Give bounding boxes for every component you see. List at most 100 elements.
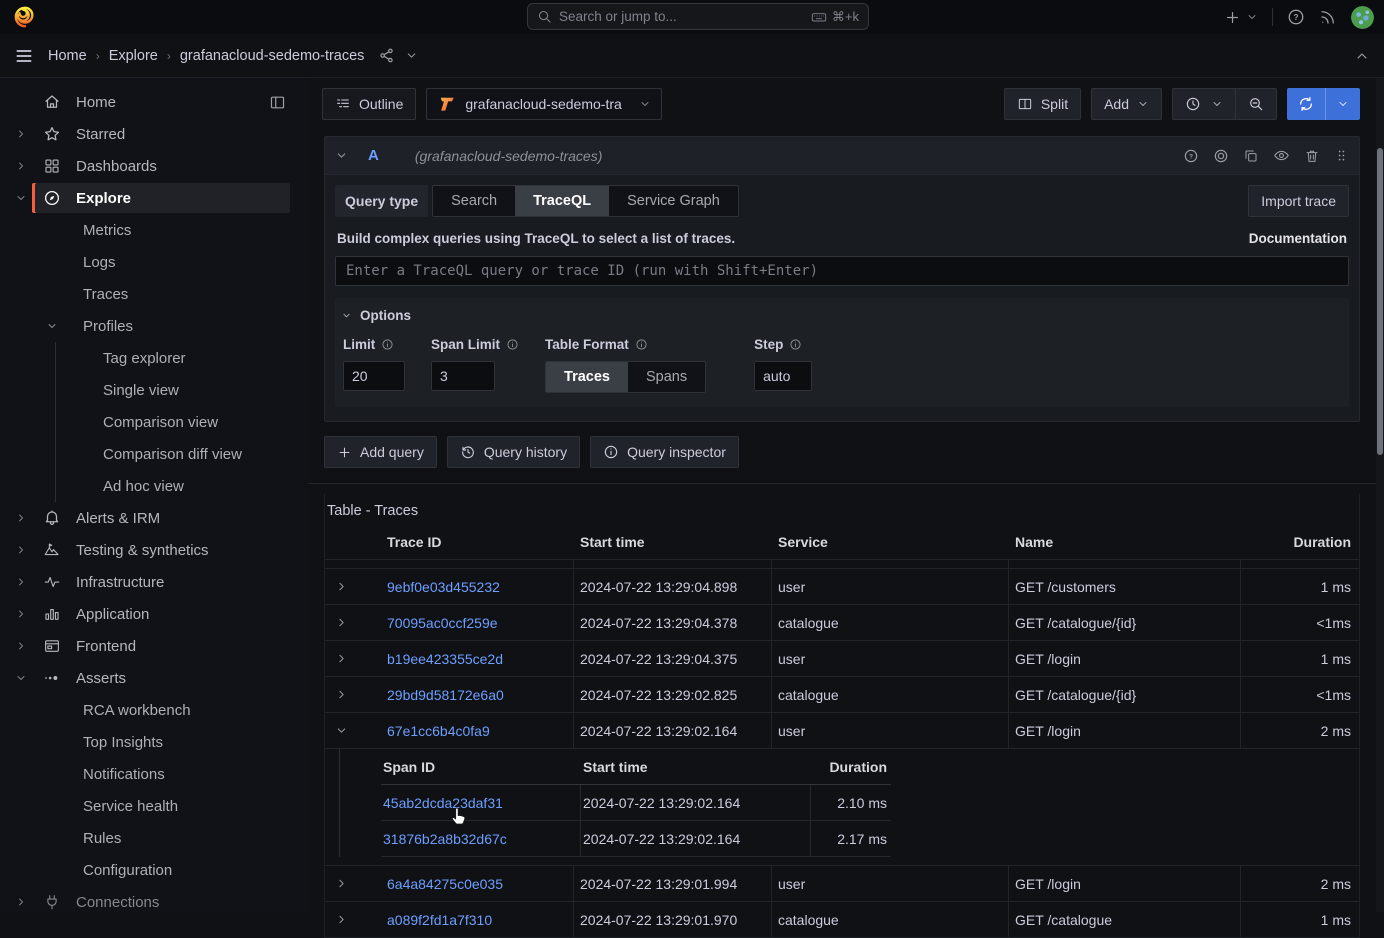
share-icon[interactable] [378,47,395,64]
table-format-spans[interactable]: Spans [628,362,705,392]
sidebar-item-home[interactable]: Home [0,86,308,118]
sidebar-item-connections[interactable]: Connections [0,886,308,912]
collapse-toolbar-icon[interactable] [1354,48,1370,64]
breadcrumb-home[interactable]: Home [48,48,87,64]
user-avatar[interactable] [1351,6,1374,29]
limit-input[interactable] [343,361,405,391]
sidebar-item-ad-hoc-view[interactable]: Ad hoc view [0,470,308,502]
span-id-link[interactable]: 45ab2dcda23daf31 [383,795,503,811]
sidebar-item-comparison-diff-view[interactable]: Comparison diff view [0,438,308,470]
span-id-link[interactable]: 31876b2a8b32d67c [383,831,507,847]
add-button[interactable]: Add [1091,88,1162,120]
row-expander[interactable] [325,641,381,676]
dock-menu-icon[interactable] [269,94,286,111]
chevron-down-icon[interactable] [10,192,32,204]
sidebar-item-profiles[interactable]: Profiles [0,310,308,342]
chevron-right-icon[interactable] [10,896,32,908]
time-picker-button[interactable] [1173,89,1235,119]
import-trace-button[interactable]: Import trace [1248,185,1349,217]
traceql-query-input[interactable] [335,256,1349,286]
trace-id-link[interactable]: 9ebf0e03d455232 [387,579,500,595]
trace-id-link[interactable]: 67e1cc6b4c0fa9 [387,723,490,739]
col-start-time[interactable]: Start time [574,525,772,559]
table-format-traces[interactable]: Traces [546,362,628,392]
drag-handle-icon[interactable] [1334,148,1349,163]
sidebar-item-dashboards[interactable]: Dashboards [0,150,308,182]
refresh-interval-button[interactable] [1325,88,1360,120]
row-collapse-expander[interactable] [325,713,381,748]
query-row-header[interactable]: A (grafanacloud-sedemo-traces) ? [325,137,1359,175]
row-expander[interactable] [325,677,381,712]
col-name[interactable]: Name [1009,525,1241,559]
chevron-down-icon[interactable] [335,149,348,162]
span-limit-input[interactable] [431,361,495,391]
sidebar-item-rules[interactable]: Rules [0,822,308,854]
search-input[interactable]: Search or jump to... ⌘+k [527,3,869,30]
options-toggle[interactable]: Options [341,308,1337,323]
row-expander[interactable] [325,902,381,937]
step-input[interactable] [754,361,812,391]
chevron-down-icon[interactable] [46,320,58,332]
zoom-out-time-button[interactable] [1235,89,1276,119]
sidebar-item-explore[interactable]: Explore [0,182,308,214]
chevron-right-icon[interactable] [10,160,32,172]
chevron-right-icon[interactable] [10,544,32,556]
chevron-right-icon[interactable] [10,512,32,524]
chevron-down-icon[interactable] [10,672,32,684]
duplicate-query-icon[interactable] [1243,148,1259,164]
chevron-right-icon[interactable] [10,640,32,652]
row-expander[interactable] [325,569,381,604]
sidebar-item-notifications[interactable]: Notifications [0,758,308,790]
documentation-link[interactable]: Documentation [1249,231,1347,246]
row-expander[interactable] [325,866,381,901]
outline-button[interactable]: Outline [322,88,416,120]
sidebar-item-tag-explorer[interactable]: Tag explorer [0,342,308,374]
col-trace-id[interactable]: Trace ID [381,525,574,559]
sidebar-item-comparison-view[interactable]: Comparison view [0,406,308,438]
split-button[interactable]: Split [1004,88,1081,120]
add-query-button[interactable]: Add query [324,436,437,468]
query-target-icon[interactable] [1213,148,1229,164]
pane-divider[interactable] [308,483,1376,484]
query-type-service-graph[interactable]: Service Graph [609,186,738,216]
sidebar-item-starred[interactable]: Starred [0,118,308,150]
news-icon[interactable] [1319,8,1337,26]
sidebar-item-infrastructure[interactable]: Infrastructure [0,566,308,598]
query-type-search[interactable]: Search [433,186,515,216]
datasource-picker[interactable]: grafanacloud-sedemo-tra [426,88,662,120]
menu-toggle-button[interactable] [14,46,34,66]
query-ref-id[interactable]: A [368,147,379,164]
new-menu-button[interactable] [1224,9,1258,26]
sidebar-item-service-health[interactable]: Service health [0,790,308,822]
sidebar-item-single-view[interactable]: Single view [0,374,308,406]
chevron-right-icon[interactable] [10,128,32,140]
help-icon[interactable]: ? [1287,8,1305,26]
sidebar-item-application[interactable]: Application [0,598,308,630]
query-type-traceql[interactable]: TraceQL [515,186,609,216]
page-scrollbar[interactable] [1376,78,1384,912]
grafana-logo-icon[interactable] [14,6,36,28]
refresh-button[interactable] [1287,88,1325,120]
sidebar-item-configuration[interactable]: Configuration [0,854,308,886]
query-history-button[interactable]: Query history [447,436,580,468]
query-help-icon[interactable]: ? [1183,148,1199,164]
trace-id-link[interactable]: a089f2fd1a7f310 [387,912,492,928]
breadcrumb-explore[interactable]: Explore [109,48,158,64]
sidebar-item-metrics[interactable]: Metrics [0,214,308,246]
sidebar-item-asserts[interactable]: Asserts [0,662,308,694]
sidebar-item-alerts-irm[interactable]: Alerts & IRM [0,502,308,534]
sidebar-item-rca-workbench[interactable]: RCA workbench [0,694,308,726]
trace-id-link[interactable]: b19ee423355ce2d [387,651,503,667]
sidebar-item-frontend[interactable]: Frontend [0,630,308,662]
sidebar-item-logs[interactable]: Logs [0,246,308,278]
scrollbar-thumb[interactable] [1377,148,1383,455]
chevron-right-icon[interactable] [10,608,32,620]
row-expander[interactable] [325,605,381,640]
sidebar-item-testing-synthetics[interactable]: Testing & synthetics [0,534,308,566]
chevron-down-icon[interactable] [405,49,418,62]
trace-id-link[interactable]: 70095ac0ccf259e [387,615,498,631]
sidebar-item-top-insights[interactable]: Top Insights [0,726,308,758]
remove-query-icon[interactable] [1304,148,1320,164]
trace-id-link[interactable]: 29bd9d58172e6a0 [387,687,504,703]
trace-id-link[interactable]: 6a4a84275c0e035 [387,876,503,892]
